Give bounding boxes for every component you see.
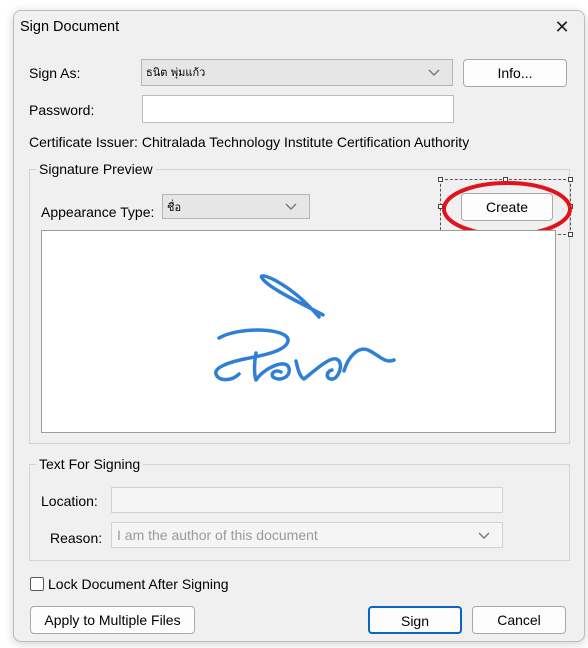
- certificate-issuer-label: Certificate Issuer:: [29, 134, 138, 150]
- reason-label: Reason:: [50, 530, 103, 546]
- handwritten-signature: [214, 274, 396, 382]
- lock-document-checkbox[interactable]: [30, 577, 44, 591]
- password-label: Password:: [29, 102, 95, 118]
- highlight-ellipse: [442, 181, 572, 237]
- close-icon[interactable]: ✕: [548, 13, 576, 41]
- password-field[interactable]: [142, 95, 454, 123]
- info-button[interactable]: Info...: [463, 59, 567, 87]
- chevron-down-icon: [478, 532, 490, 539]
- lock-document-label[interactable]: Lock Document After Signing: [48, 576, 229, 592]
- chevron-down-icon: [428, 69, 440, 76]
- dialog-title: Sign Document: [20, 19, 120, 35]
- sign-as-select[interactable]: ธนิต พุ่มแก้ว: [141, 59, 453, 86]
- sign-as-label: Sign As:: [29, 65, 81, 81]
- appearance-type-value: ชื่อ: [167, 201, 182, 214]
- reason-placeholder: I am the author of this document: [117, 527, 318, 543]
- sign-button[interactable]: Sign: [368, 606, 462, 634]
- text-for-signing-legend: Text For Signing: [36, 456, 144, 472]
- chevron-down-icon: [285, 203, 297, 210]
- location-field[interactable]: [111, 487, 503, 513]
- location-label: Location:: [41, 493, 98, 509]
- appearance-type-label: Appearance Type:: [41, 204, 155, 220]
- sign-as-value: ธนิต พุ่มแก้ว: [146, 66, 206, 79]
- appearance-type-select[interactable]: ชื่อ: [162, 194, 310, 219]
- signature-preview-area: [41, 230, 556, 433]
- signature-strokes: [214, 274, 396, 382]
- certificate-issuer-row: Certificate Issuer: Chitralada Technolog…: [29, 134, 469, 150]
- certificate-issuer-value: Chitralada Technology Institute Certific…: [141, 134, 470, 150]
- apply-to-multiple-files-button[interactable]: Apply to Multiple Files: [30, 606, 195, 634]
- reason-select[interactable]: I am the author of this document: [111, 522, 503, 548]
- cancel-button[interactable]: Cancel: [472, 606, 566, 634]
- sign-document-dialog: Sign Document ✕ Sign As: ธนิต พุ่มแก้ว I…: [13, 10, 585, 642]
- signature-preview-legend: Signature Preview: [36, 161, 156, 177]
